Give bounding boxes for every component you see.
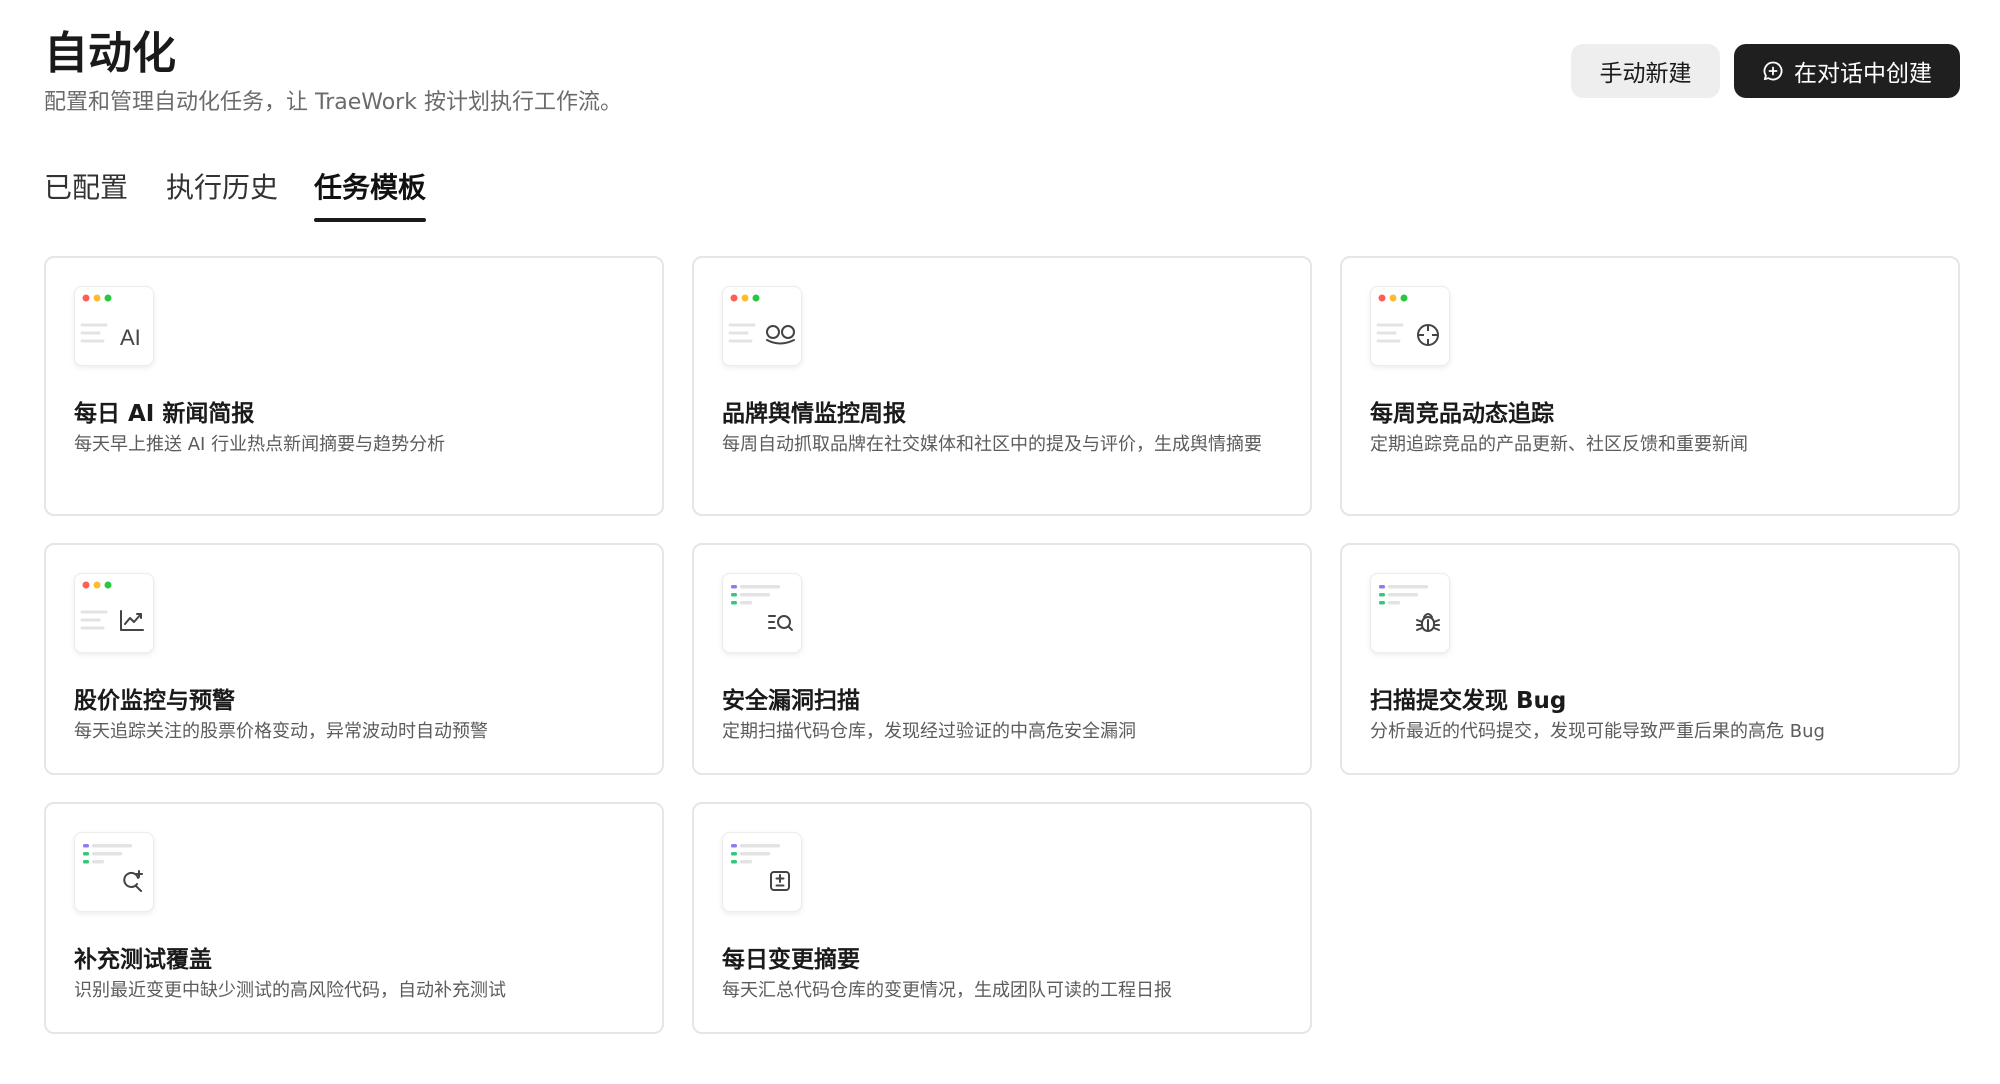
manual-create-label: 手动新建 (1599, 61, 1692, 87)
template-card-test-coverage[interactable]: 补充测试覆盖 识别最近变更中缺少测试的高风险代码，自动补充测试 (44, 802, 664, 1034)
tab-templates-label: 任务模板 (314, 171, 427, 204)
trend-chart-icon (120, 610, 144, 631)
template-thumbnail (1370, 573, 1450, 653)
template-description: 识别最近变更中缺少测试的高风险代码，自动补充测试 (74, 980, 506, 1001)
page-title: 自动化 (44, 28, 176, 79)
search-sparkle-icon (123, 870, 143, 892)
template-description: 每天汇总代码仓库的变更情况，生成团队可读的工程日报 (722, 980, 1172, 1001)
template-card-competitor-tracking[interactable]: 每周竞品动态追踪 定期追踪竞品的产品更新、社区反馈和重要新闻 (1340, 256, 1960, 516)
template-thumbnail (722, 286, 802, 366)
template-card-brand-sentiment[interactable]: 品牌舆情监控周报 每周自动抓取品牌在社交媒体和社区中的提及与评价，生成舆情摘要 (692, 256, 1312, 516)
template-thumbnail (74, 832, 154, 912)
template-card-commit-bug-scan[interactable]: 扫描提交发现 Bug 分析最近的代码提交，发现可能导致严重后果的高危 Bug (1340, 543, 1960, 775)
bug-icon (1416, 613, 1440, 632)
template-thumbnail (74, 573, 154, 653)
template-description: 分析最近的代码提交，发现可能导致严重后果的高危 Bug (1370, 721, 1825, 742)
tab-configured-label: 已配置 (44, 171, 129, 204)
create-in-chat-button[interactable]: 在对话中创建 (1734, 44, 1960, 98)
template-title: 股价监控与预警 (74, 688, 235, 714)
template-thumbnail (722, 573, 802, 653)
template-title: 每周竞品动态追踪 (1370, 401, 1554, 427)
tab-history[interactable]: 执行历史 (166, 166, 278, 210)
template-thumbnail (722, 832, 802, 912)
crosshair-icon (1417, 324, 1439, 346)
diff-icon (770, 871, 790, 891)
tab-history-label: 执行历史 (166, 171, 279, 204)
template-title: 扫描提交发现 Bug (1370, 688, 1567, 714)
template-title: 安全漏洞扫描 (722, 688, 860, 714)
glasses-icon (766, 325, 795, 345)
template-thumbnail (1370, 286, 1450, 366)
template-title: 补充测试覆盖 (74, 947, 212, 973)
template-title: 每日 AI 新闻简报 (74, 401, 255, 427)
template-thumbnail: AI (74, 286, 154, 366)
page-subtitle: 配置和管理自动化任务，让 TraeWork 按计划执行工作流。 (44, 90, 622, 115)
ai-text-icon: AI (120, 325, 141, 350)
template-description: 每天早上推送 AI 行业热点新闻摘要与趋势分析 (74, 434, 446, 455)
template-description: 每周自动抓取品牌在社交媒体和社区中的提及与评价，生成舆情摘要 (722, 434, 1262, 455)
manual-create-button[interactable]: 手动新建 (1571, 44, 1720, 98)
template-card-ai-news[interactable]: AI 每日 AI 新闻简报 每天早上推送 AI 行业热点新闻摘要与趋势分析 (44, 256, 664, 516)
create-in-chat-label: 在对话中创建 (1794, 61, 1932, 87)
template-description: 每天追踪关注的股票价格变动，异常波动时自动预警 (74, 721, 488, 742)
tab-configured[interactable]: 已配置 (44, 166, 128, 210)
template-description: 定期追踪竞品的产品更新、社区反馈和重要新闻 (1370, 434, 1748, 455)
template-card-security-scan[interactable]: 安全漏洞扫描 定期扫描代码仓库，发现经过验证的中高危安全漏洞 (692, 543, 1312, 775)
template-description: 定期扫描代码仓库，发现经过验证的中高危安全漏洞 (722, 721, 1136, 742)
template-card-daily-changes[interactable]: 每日变更摘要 每天汇总代码仓库的变更情况，生成团队可读的工程日报 (692, 802, 1312, 1034)
list-search-icon (768, 615, 793, 631)
template-card-stock-alert[interactable]: 股价监控与预警 每天追踪关注的股票价格变动，异常波动时自动预警 (44, 543, 664, 775)
chat-plus-icon (1762, 60, 1784, 82)
active-tab-indicator (314, 218, 427, 222)
template-title: 每日变更摘要 (722, 947, 860, 973)
template-title: 品牌舆情监控周报 (722, 401, 906, 427)
tab-templates[interactable]: 任务模板 (314, 166, 427, 222)
